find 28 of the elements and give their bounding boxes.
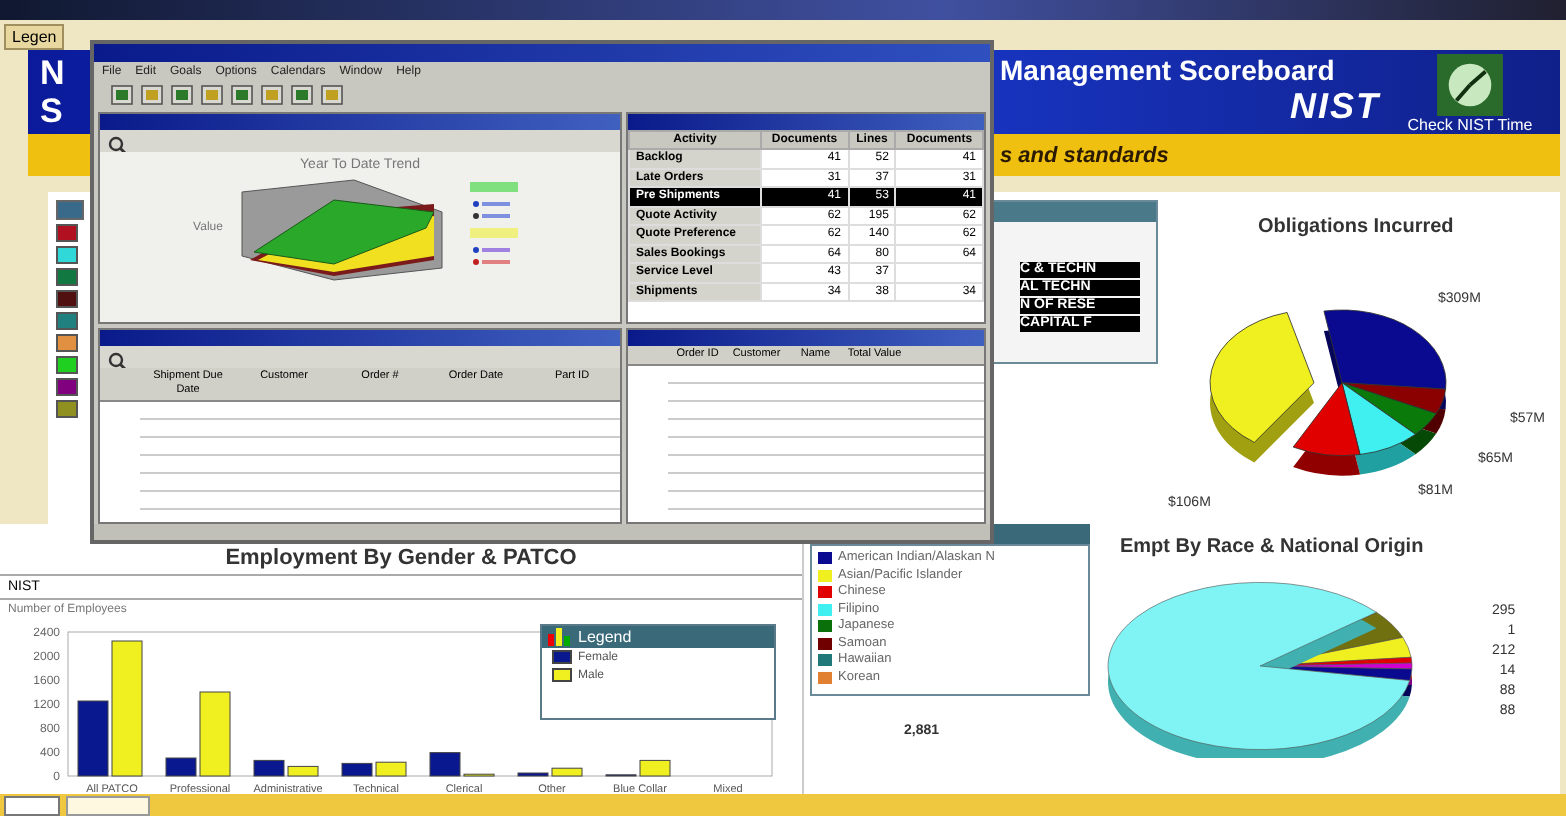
toolbar-icon[interactable] [110,84,134,106]
header-title-fragment: S [40,92,63,130]
header-title-fragment: N [40,54,65,92]
toolbar-icon[interactable] [140,84,164,106]
chart-title: Obligations Incurred [1258,216,1454,238]
toolbar-icon[interactable] [290,84,314,106]
toolbar-icon[interactable] [320,84,344,106]
clock-icon[interactable] [1436,54,1504,116]
status-field [66,795,150,815]
bar-chart-icon [548,628,572,646]
toolbar-icon[interactable] [230,84,254,106]
header-title: Management Scoreboard [1000,54,1337,86]
toolbar-icon[interactable] [200,84,224,106]
search-icon[interactable] [106,352,130,372]
table-cell [895,263,983,282]
tagline: s and standards [1000,143,1169,167]
search-icon[interactable] [106,136,130,156]
toolbar-icon[interactable] [170,84,194,106]
toolbar-icon[interactable] [260,84,284,106]
check-time-link[interactable]: Check NIST Time [1407,116,1533,134]
legend-tab[interactable]: Legen [4,24,65,50]
dropdown[interactable] [4,795,60,815]
legend-swatch [552,650,572,664]
legend-swatch [552,668,572,682]
legend-title: Legend [578,628,632,646]
chart-title: Empt By Race & National Origin [1118,534,1426,558]
logo: NIST [1289,86,1380,126]
chart-title: Employment By Gender & PATCO [223,546,579,570]
